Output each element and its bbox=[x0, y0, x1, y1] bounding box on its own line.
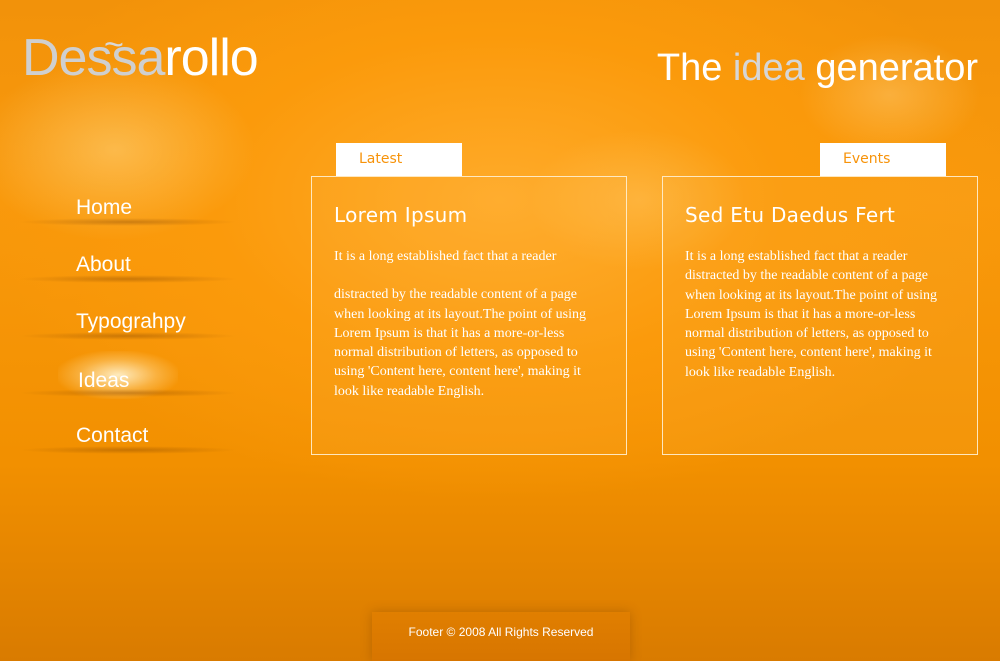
tagline-word-1: The bbox=[656, 47, 723, 89]
events-title: Sed Etu Daedus Fert bbox=[685, 203, 896, 227]
nav-item-typography[interactable]: Typograhpy bbox=[18, 302, 238, 340]
logo-part-1: De bbox=[22, 29, 87, 87]
nav-item-label[interactable]: About bbox=[76, 253, 131, 277]
events-paragraph-1: It is a long established fact that a rea… bbox=[685, 249, 937, 380]
tab-latest[interactable]: Latest bbox=[336, 143, 462, 176]
latest-paragraph-2: distracted by the readable content of a … bbox=[334, 287, 586, 399]
nav-item-label[interactable]: Ideas bbox=[78, 369, 129, 393]
nav-item-home[interactable]: Home bbox=[18, 188, 238, 226]
site-logo[interactable]: Dessarollo ~ bbox=[22, 28, 259, 87]
latest-paragraph-1: It is a long established fact that a rea… bbox=[334, 249, 557, 264]
latest-panel: Lorem Ipsum It is a long established fac… bbox=[311, 176, 627, 455]
tagline: The idea generator bbox=[657, 47, 978, 90]
nav-item-ideas[interactable]: Ideas bbox=[18, 351, 238, 399]
nav-item-contact[interactable]: Contact bbox=[18, 416, 238, 454]
tagline-word-3: generator bbox=[815, 47, 978, 89]
main-nav: Home About Typograhpy Ideas Contact bbox=[18, 188, 238, 473]
events-panel: Sed Etu Daedus Fert It is a long establi… bbox=[662, 176, 978, 455]
nav-item-label[interactable]: Home bbox=[76, 196, 132, 220]
tab-events[interactable]: Events bbox=[820, 143, 946, 176]
tagline-word-2: idea bbox=[732, 47, 805, 89]
logo-part-2: ssa bbox=[86, 29, 165, 87]
nav-item-label[interactable]: Typograhpy bbox=[76, 310, 186, 334]
nav-item-about[interactable]: About bbox=[18, 245, 238, 283]
logo-tilde: ~ bbox=[104, 26, 124, 64]
nav-item-label[interactable]: Contact bbox=[76, 424, 148, 448]
logo-part-3: rollo bbox=[164, 29, 258, 87]
footer: Footer © 2008 All Rights Reserved bbox=[372, 612, 630, 661]
latest-title: Lorem Ipsum bbox=[334, 203, 468, 227]
footer-text: Footer © 2008 All Rights Reserved bbox=[408, 625, 594, 639]
